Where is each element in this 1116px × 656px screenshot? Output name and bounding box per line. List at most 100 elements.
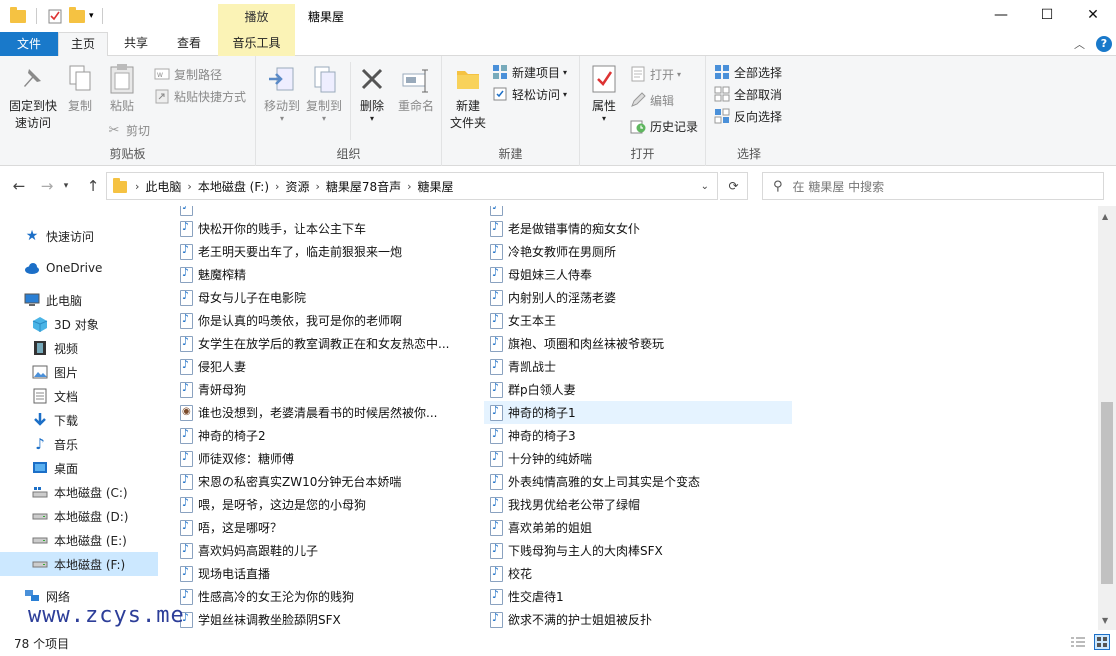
- list-item[interactable]: 下贱母狗与主人的大肉棒SFX: [490, 539, 663, 562]
- list-item[interactable]: 侵犯人妻: [180, 355, 246, 378]
- list-item[interactable]: 神奇的椅子2: [180, 424, 266, 447]
- vertical-scrollbar[interactable]: ▲ ▼: [1098, 206, 1116, 630]
- nav-videos[interactable]: 视频: [0, 336, 158, 360]
- list-item[interactable]: 老王明天要出车了，临走前狠狠来一炮: [180, 240, 402, 263]
- new-folder-button[interactable]: 新建 文件夹: [448, 62, 488, 132]
- breadcrumb-resources[interactable]: 资源: [281, 178, 313, 195]
- tab-file[interactable]: 文件: [0, 32, 58, 56]
- chevron-down-icon[interactable]: ▾: [89, 11, 94, 21]
- edit-button[interactable]: 编辑: [630, 90, 674, 110]
- list-item[interactable]: 喂，是呀爷，这边是您的小母狗: [180, 493, 366, 516]
- paste-shortcut-button[interactable]: 粘贴快捷方式: [154, 86, 246, 106]
- nav-3d-objects[interactable]: 3D 对象: [0, 312, 158, 336]
- nav-onedrive[interactable]: OneDrive: [0, 256, 158, 280]
- copy-path-button[interactable]: W 复制路径: [154, 64, 222, 84]
- invert-selection-button[interactable]: 反向选择: [714, 106, 782, 126]
- list-item[interactable]: 校花: [490, 562, 532, 585]
- list-item[interactable]: 学姐丝袜调教坐脸舔阴SFX: [180, 608, 341, 630]
- list-item[interactable]: 女王本王: [490, 309, 556, 332]
- copy-button[interactable]: 复制: [62, 62, 98, 115]
- list-item[interactable]: 你是认真的吗羡依，我可是你的老师啊: [180, 309, 402, 332]
- list-item[interactable]: 外表纯情高雅的女上司其实是个变态: [490, 470, 700, 493]
- list-item[interactable]: 内射别人的淫荡老婆: [490, 286, 616, 309]
- select-none-button[interactable]: 全部取消: [714, 84, 782, 104]
- list-item[interactable]: 母女与儿子在电影院: [180, 286, 306, 309]
- search-input[interactable]: ⚲ 在 糖果屋 中搜索: [762, 172, 1104, 200]
- address-bar[interactable]: › 此电脑 › 本地磁盘 (F:) › 资源 › 糖果屋78音声 › 糖果屋 ⌄: [106, 172, 718, 200]
- nav-this-pc[interactable]: 此电脑: [0, 288, 158, 312]
- tab-home[interactable]: 主页: [58, 32, 108, 57]
- up-arrow-icon[interactable]: ↑: [82, 176, 104, 196]
- scroll-up-arrow-icon[interactable]: ▲: [1102, 212, 1108, 221]
- help-icon[interactable]: ?: [1096, 36, 1112, 52]
- open-button[interactable]: 打开 ▾: [630, 64, 681, 84]
- select-all-button[interactable]: 全部选择: [714, 62, 782, 82]
- forward-arrow-icon[interactable]: →: [36, 176, 58, 196]
- list-item[interactable]: 宋恩の私密真实ZW10分钟无台本娇喘: [180, 470, 401, 493]
- breadcrumb-candy-house[interactable]: 糖果屋: [414, 178, 458, 195]
- list-item[interactable]: 谁也没想到，老婆清晨看书的时候居然被你...: [180, 401, 437, 424]
- tab-view[interactable]: 查看: [164, 32, 214, 56]
- list-item[interactable]: 欲求不满的护士姐姐被反扑: [490, 608, 652, 630]
- nav-documents[interactable]: 文档: [0, 384, 158, 408]
- address-dropdown-chevron-icon[interactable]: ⌄: [701, 181, 709, 192]
- close-button[interactable]: ✕: [1070, 0, 1116, 30]
- list-item[interactable]: 旗袍、项圈和肉丝袜被爷亵玩: [490, 332, 664, 355]
- new-folder-icon[interactable]: [69, 7, 85, 24]
- scroll-down-arrow-icon[interactable]: ▼: [1102, 616, 1108, 625]
- breadcrumb-drive-f[interactable]: 本地磁盘 (F:): [194, 178, 273, 195]
- list-item[interactable]: 女学生在放学后的教室调教正在和女友热恋中...: [180, 332, 449, 355]
- maximize-button[interactable]: ☐: [1024, 0, 1070, 30]
- list-item[interactable]: 冷艳女教师在男厕所: [490, 240, 616, 263]
- tab-share[interactable]: 共享: [112, 32, 160, 56]
- pin-quick-access-button[interactable]: 固定到快 速访问: [6, 62, 60, 132]
- back-arrow-icon[interactable]: ←: [8, 176, 30, 196]
- nav-drive-e[interactable]: 本地磁盘 (E:): [0, 528, 158, 552]
- list-item[interactable]: 我找男优给老公带了绿帽: [490, 493, 640, 516]
- list-item[interactable]: 唔，这是哪呀？: [180, 516, 282, 539]
- recent-locations-chevron-icon[interactable]: ▾: [60, 176, 72, 196]
- breadcrumb-candy-house-78[interactable]: 糖果屋78音声: [322, 178, 405, 195]
- paste-button[interactable]: 粘贴: [102, 62, 142, 115]
- list-item[interactable]: 青凯战士: [490, 355, 556, 378]
- cut-button[interactable]: ✂ 剪切: [106, 120, 150, 140]
- list-item[interactable]: 师徒双修：糖师傅: [180, 447, 294, 470]
- breadcrumb-this-pc[interactable]: 此电脑: [141, 178, 185, 195]
- list-item[interactable]: 十分钟的纯娇喘: [490, 447, 592, 470]
- list-item[interactable]: 神奇的椅子3: [490, 424, 576, 447]
- list-item[interactable]: 喜欢弟弟的姐姐: [490, 516, 592, 539]
- list-item[interactable]: 青妍母狗: [180, 378, 246, 401]
- list-item[interactable]: 喜欢妈妈高跟鞋的儿子: [180, 539, 318, 562]
- nav-music[interactable]: ♪ 音乐: [0, 432, 158, 456]
- scrollbar-thumb[interactable]: [1101, 402, 1113, 584]
- tab-music-tools[interactable]: 音乐工具: [218, 32, 295, 56]
- properties-button[interactable]: 属性 ▾: [586, 62, 622, 123]
- nav-pictures[interactable]: 图片: [0, 360, 158, 384]
- new-item-button[interactable]: 新建项目 ▾: [492, 62, 567, 82]
- nav-desktop[interactable]: 桌面: [0, 456, 158, 480]
- nav-drive-c[interactable]: 本地磁盘 (C:): [0, 480, 158, 504]
- list-item[interactable]: 魅魔榨精: [180, 263, 246, 286]
- list-item[interactable]: 老是做错事情的痴女女仆: [490, 217, 640, 240]
- list-item[interactable]: 母姐妹三人侍奉: [490, 263, 592, 286]
- properties-check-icon[interactable]: [47, 8, 63, 24]
- collapse-ribbon-icon[interactable]: ︿: [1074, 36, 1085, 52]
- details-view-icon[interactable]: [1070, 636, 1086, 653]
- copy-to-button[interactable]: 复制到 ▾: [304, 62, 344, 123]
- list-item[interactable]: 现场电话直播: [180, 562, 270, 585]
- nav-downloads[interactable]: 下载: [0, 408, 158, 432]
- minimize-button[interactable]: —: [978, 0, 1024, 30]
- rename-button[interactable]: 重命名: [394, 62, 438, 115]
- easy-access-button[interactable]: 轻松访问 ▾: [492, 84, 567, 104]
- list-item[interactable]: 性交虐待1: [490, 585, 564, 608]
- list-item[interactable]: 群p白领人妻: [490, 378, 576, 401]
- delete-button[interactable]: 删除 ▾: [354, 62, 390, 123]
- nav-quick-access[interactable]: ★ 快速访问: [0, 224, 158, 248]
- list-item-hovered[interactable]: 神奇的椅子1: [484, 401, 792, 424]
- list-item[interactable]: 快松开你的贱手，让本公主下车: [180, 217, 366, 240]
- list-item[interactable]: 性感高冷的女王沦为你的贱狗: [180, 585, 354, 608]
- nav-drive-d[interactable]: 本地磁盘 (D:): [0, 504, 158, 528]
- nav-drive-f[interactable]: 本地磁盘 (F:): [0, 552, 158, 576]
- history-button[interactable]: 历史记录: [630, 116, 698, 136]
- refresh-icon[interactable]: ⟳: [720, 172, 748, 200]
